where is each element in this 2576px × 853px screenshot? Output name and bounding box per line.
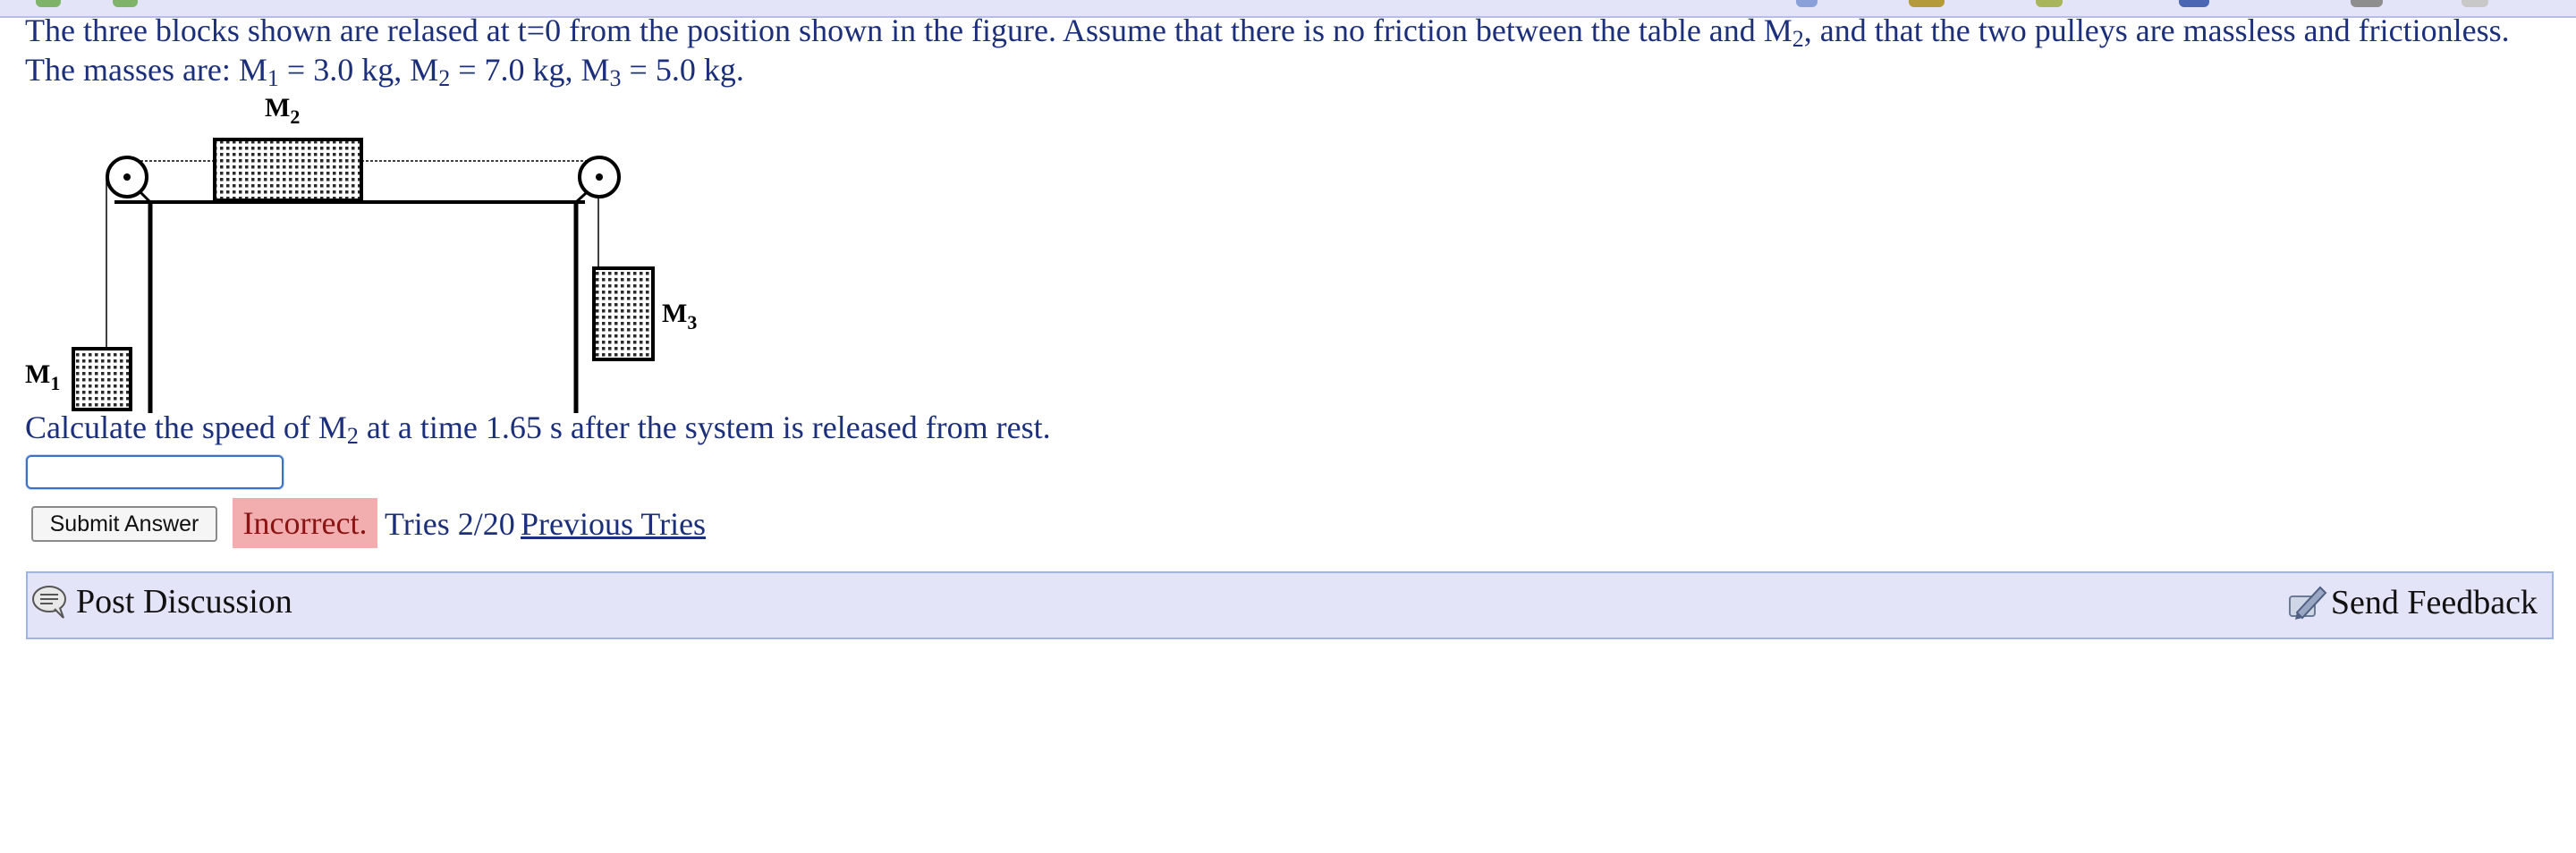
right-pulley	[578, 156, 621, 198]
send-feedback-button[interactable]: Send Feedback	[2284, 582, 2538, 623]
answer-input[interactable]	[26, 455, 284, 489]
question-part: at a time 1.65 s after the system is rel…	[358, 410, 1051, 445]
subscript: 2	[346, 423, 359, 449]
block-m3	[592, 266, 655, 361]
label-m1: M1	[25, 359, 60, 394]
masses-text: = 3.0 kg, M	[278, 52, 439, 88]
back-arrow-icon[interactable]	[36, 0, 61, 7]
toolbar-icon-2[interactable]	[1909, 0, 1945, 7]
toolbar-icon-5[interactable]	[2351, 0, 2383, 7]
masses-text: = 5.0 kg.	[621, 52, 744, 88]
masses-text: The masses are: M	[25, 52, 267, 88]
submit-answer-button[interactable]: Submit Answer	[31, 506, 217, 542]
toolbar-icon-4[interactable]	[2179, 0, 2209, 7]
masses-text: = 7.0 kg, M	[450, 52, 610, 88]
problem-statement: The three blocks shown are relased at t=…	[25, 11, 2565, 91]
subscript: 2	[1792, 26, 1804, 52]
pulley-diagram: M2 M1 M3	[25, 93, 697, 413]
subscript: 3	[609, 65, 622, 91]
tries-count: Tries 2/20	[385, 506, 515, 542]
toolbar-icon-6[interactable]	[2462, 0, 2488, 7]
question-part: Calculate the speed of M	[25, 410, 347, 445]
question-text: Calculate the speed of M2 at a time 1.65…	[25, 408, 1051, 449]
block-m2	[213, 138, 363, 202]
problem-line-1: The three blocks shown are relased at t=…	[25, 11, 2565, 52]
speech-bubble-icon	[32, 586, 66, 619]
subscript: 2	[438, 65, 451, 91]
toolbar-icon-1[interactable]	[1796, 0, 1818, 7]
label-m3: M3	[662, 299, 697, 334]
block-m1	[72, 347, 132, 411]
post-discussion-label: Post Discussion	[76, 583, 292, 621]
problem-text-part: The three blocks shown are relased at t=…	[25, 13, 1792, 48]
label-m2: M2	[265, 93, 300, 128]
previous-tries-link[interactable]: Previous Tries	[521, 504, 706, 544]
subscript: 1	[267, 65, 279, 91]
post-discussion-button[interactable]: Post Discussion	[30, 582, 292, 621]
toolbar-icon-3[interactable]	[2036, 0, 2063, 7]
forward-arrow-icon[interactable]	[113, 0, 138, 7]
problem-line-2: The masses are: M1 = 3.0 kg, M2 = 7.0 kg…	[25, 50, 2565, 91]
incorrect-status-badge: Incorrect.	[233, 498, 377, 548]
table	[114, 184, 596, 413]
send-feedback-label: Send Feedback	[2330, 584, 2538, 621]
left-pulley	[106, 156, 148, 198]
discussion-bar: Post Discussion Send Feedback	[26, 571, 2554, 639]
feedback-pencil-icon	[2288, 586, 2327, 620]
problem-text-part: , and that the two pulleys are massless …	[1803, 13, 2510, 48]
